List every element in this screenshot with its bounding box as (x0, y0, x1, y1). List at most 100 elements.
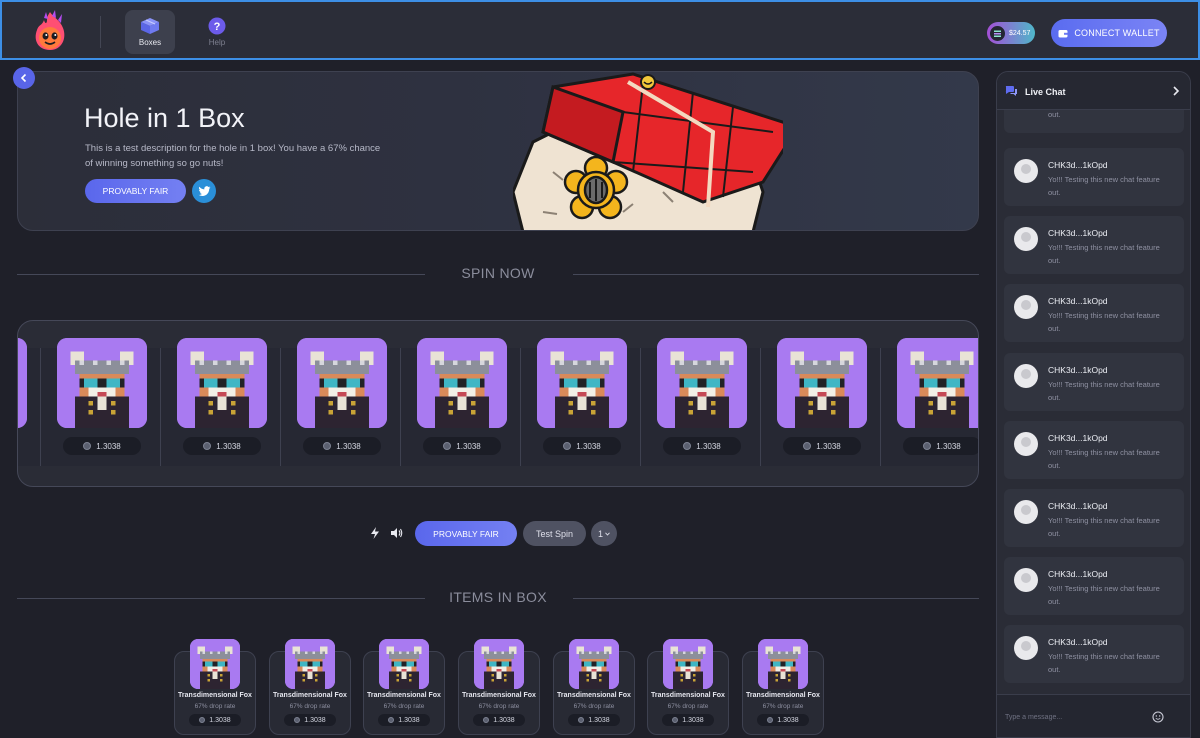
fox-nft-image (657, 338, 747, 428)
item-drop-rate: 67% drop rate (194, 703, 236, 710)
chat-message-input[interactable] (1005, 705, 1150, 729)
provably-fair-button[interactable]: PROVABLY FAIR (415, 521, 517, 546)
divider-line (573, 274, 979, 275)
item-drop-rate: 67% drop rate (667, 703, 709, 710)
emoji-icon[interactable] (1152, 711, 1164, 723)
fox-nft-image (285, 639, 335, 689)
item-name: Transdimensional Fox (651, 692, 725, 699)
item-drop-rate: 67% drop rate (762, 703, 804, 710)
chat-username: CHK3d...1kOpd (1048, 365, 1108, 375)
box-item-card[interactable]: Transdimensional Fox 67% drop rate 1.303… (269, 639, 351, 735)
chat-username: CHK3d...1kOpd (1048, 228, 1108, 238)
item-name: Transdimensional Fox (367, 692, 441, 699)
fox-pixel-art (297, 338, 387, 428)
coin-icon (923, 442, 932, 450)
item-value: 1.3038 (63, 437, 141, 455)
spinner-item: 1.3038 (41, 338, 161, 466)
box-artwork (513, 72, 783, 230)
item-image (18, 338, 27, 428)
chat-message: CHK3d...1kOpd Yo!!! Testing this new cha… (1004, 284, 1184, 342)
flame-mascot-icon[interactable] (30, 10, 70, 52)
spinner-item: 1.3038 (881, 338, 978, 466)
fox-nft-image (57, 338, 147, 428)
chat-messages[interactable]: Yo!!! Testing this new chat feature out.… (997, 110, 1190, 694)
coin-icon (294, 717, 301, 723)
item-value: 1.3038 (183, 437, 261, 455)
fox-nft-image (474, 639, 524, 689)
item-value: 1.3038 (568, 714, 620, 726)
box-item-card[interactable]: Transdimensional Fox 67% drop rate 1.303… (742, 639, 824, 735)
speaker-icon[interactable] (389, 526, 403, 540)
chat-header: Live Chat (997, 72, 1190, 110)
nav-boxes[interactable]: Boxes (125, 10, 175, 54)
item-drop-rate: 67% drop rate (289, 703, 331, 710)
coin-icon (199, 717, 206, 723)
nav-help[interactable]: ? Help (192, 10, 242, 54)
item-value: 1.3038 (303, 437, 381, 455)
chat-input-bar (997, 694, 1190, 737)
fox-nft-image (379, 639, 429, 689)
chat-message-text: Yo!!! Testing this new chat feature out. (1048, 175, 1160, 197)
nav-boxes-label: Boxes (138, 38, 162, 47)
item-name: Transdimensional Fox (746, 692, 820, 699)
box-item-card[interactable]: Transdimensional Fox 67% drop rate 1.303… (553, 639, 635, 735)
fox-pixel-art (758, 639, 808, 689)
chat-message-text: Yo!!! Testing this new chat feature out. (1048, 243, 1160, 265)
box-hero-banner: Hole in 1 Box This is a test description… (17, 71, 979, 231)
fox-pixel-art (777, 338, 867, 428)
chat-message-text: Yo!!! Testing this new chat feature out. (1048, 380, 1160, 402)
fox-nft-image (417, 338, 507, 428)
avatar (1014, 500, 1038, 524)
item-drop-rate: 67% drop rate (478, 703, 520, 710)
test-spin-button[interactable]: Test Spin (523, 521, 586, 546)
quantity-select[interactable]: 1 (591, 521, 617, 546)
chat-message: CHK3d...1kOpd Yo!!! Testing this new cha… (1004, 625, 1184, 683)
fox-pixel-art (537, 338, 627, 428)
fox-nft-image (569, 639, 619, 689)
spinner-item: 1.3038 (281, 338, 401, 466)
chat-username: CHK3d...1kOpd (1048, 433, 1108, 443)
fox-pixel-art (285, 639, 335, 689)
item-value: 1.3038 (543, 437, 621, 455)
chat-message: CHK3d...1kOpd Yo!!! Testing this new cha… (1004, 557, 1184, 615)
svg-text:?: ? (214, 21, 221, 33)
box-item-card[interactable]: Transdimensional Fox 67% drop rate 1.303… (363, 639, 445, 735)
chat-message: CHK3d...1kOpd Yo!!! Testing this new cha… (1004, 148, 1184, 206)
fox-pixel-art (379, 639, 429, 689)
chat-message-text: Yo!!! Testing this new chat feature out. (1048, 652, 1160, 674)
box-item-card[interactable]: Transdimensional Fox 67% drop rate 1.303… (174, 639, 256, 735)
lightning-icon[interactable] (368, 526, 382, 540)
spinner-item: 1.3038 (161, 338, 281, 466)
chat-bubbles-icon (1005, 86, 1017, 96)
twitter-share-button[interactable] (192, 179, 216, 203)
items-in-box-divider: ITEMS IN BOX (17, 589, 979, 609)
nav-help-label: Help (208, 38, 226, 47)
spin-now-title: SPIN NOW (461, 265, 535, 281)
item-name: Transdimensional Fox (273, 692, 347, 699)
item-drop-rate: 67% drop rate (573, 703, 615, 710)
coin-icon (388, 717, 395, 723)
chat-message-text: Yo!!! Testing this new chat feature out. (1048, 584, 1160, 606)
connect-wallet-button[interactable]: CONNECT WALLET (1051, 19, 1167, 47)
top-bar: Boxes ? Help $24.57 CONNECT WALLET (0, 0, 1200, 60)
chat-message-text: Yo!!! Testing this new chat feature out. (1048, 311, 1160, 333)
back-button[interactable] (13, 67, 35, 89)
avatar (1014, 295, 1038, 319)
spinner-item: 1.3038 (401, 338, 521, 466)
avatar (1014, 636, 1038, 660)
coin-icon (203, 442, 212, 450)
topbar-divider (100, 16, 101, 48)
box-item-card[interactable]: Transdimensional Fox 67% drop rate 1.303… (647, 639, 729, 735)
balance-badge[interactable]: $24.57 (987, 22, 1035, 44)
fox-pixel-art (417, 338, 507, 428)
provably-fair-button[interactable]: PROVABLY FAIR (85, 179, 186, 203)
coin-icon (990, 25, 1005, 41)
spin-now-divider: SPIN NOW (17, 265, 979, 285)
chevron-right-icon[interactable] (1171, 85, 1181, 97)
fox-nft-image (537, 338, 627, 428)
spinner-item (18, 338, 41, 466)
box-item-card[interactable]: Transdimensional Fox 67% drop rate 1.303… (458, 639, 540, 735)
avatar (1014, 568, 1038, 592)
coin-icon (83, 442, 92, 450)
avatar (1014, 159, 1038, 183)
